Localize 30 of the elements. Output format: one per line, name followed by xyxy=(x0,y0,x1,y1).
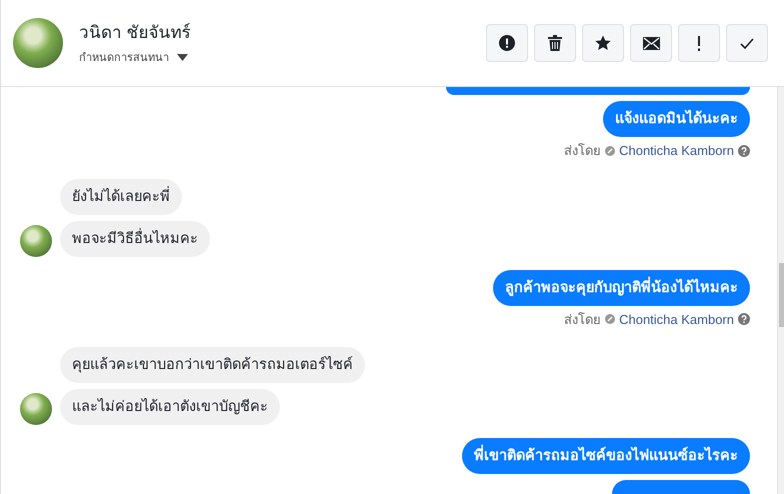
exclamation-icon xyxy=(697,36,701,50)
message-bubble: และไม่ค่อยได้เอาตังเขาบัญชีคะ xyxy=(60,389,280,425)
toolbar-button[interactable] xyxy=(630,24,672,62)
toolbar-button[interactable] xyxy=(486,24,528,62)
verified-icon xyxy=(605,314,616,324)
sent-by-label: ส่งโดย xyxy=(564,142,602,160)
caret-icon xyxy=(177,54,188,62)
check-icon xyxy=(740,38,754,48)
toolbar-button[interactable] xyxy=(582,24,624,62)
message-bubble: ลูกค้าพอจะคุยกับญาติพี่น้องได้ไหมคะ xyxy=(493,270,750,306)
star-icon xyxy=(595,35,611,51)
toolbar-button[interactable] xyxy=(534,24,576,62)
verified-icon xyxy=(605,146,616,156)
scrollbar-drawing[interactable] xyxy=(777,87,784,494)
help-icon[interactable] xyxy=(738,144,750,157)
contact-name: วนิดา ชัยจันทร์ xyxy=(79,22,191,44)
message-bubble: พอจะมีวิธีอื่นไหมคะ xyxy=(60,220,210,256)
author-link[interactable]: Chonticha Kamborn xyxy=(619,310,734,329)
message-bubble: คุยแล้วคะเขาบอกว่าเขาติดค้ารถมอเตอร์ไซค์ xyxy=(60,347,365,383)
alert-icon xyxy=(499,35,515,51)
conversation-settings-link[interactable]: กำหนดการสนทนา xyxy=(79,50,191,66)
profile-photo xyxy=(13,18,63,68)
trash-icon xyxy=(548,35,562,51)
author-link[interactable]: Chonticha Kamborn xyxy=(619,141,734,160)
message-bubble: พี่เขาติดค้ารถมอไซค์ของไฟแนนซ์อะไรคะ xyxy=(462,438,750,474)
message-bubble: แจ้งแอดมินได้นะคะ xyxy=(603,101,750,137)
mail-icon xyxy=(642,36,660,50)
message-bubble: ยังไม่ได้เลยคะพี่ xyxy=(60,178,182,214)
sent-by-label: ส่งโดย xyxy=(564,310,602,328)
help-icon[interactable] xyxy=(738,313,750,326)
